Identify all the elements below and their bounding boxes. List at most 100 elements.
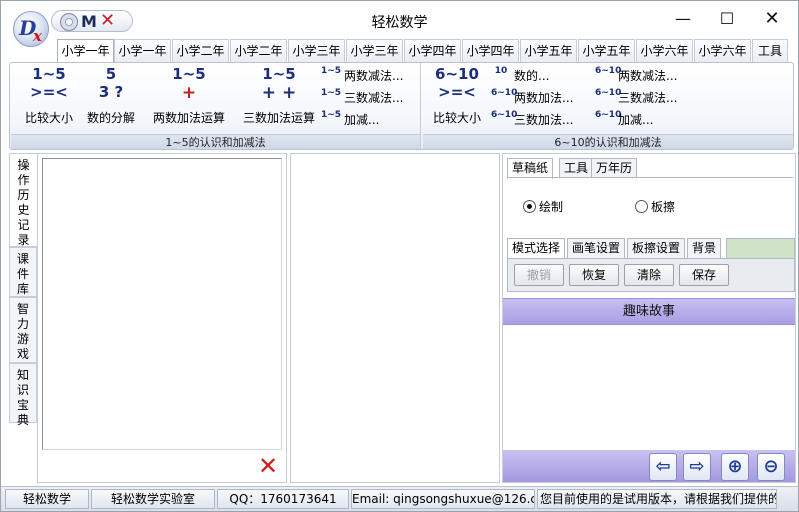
- tab-grade1-b[interactable]: 小学一年: [114, 39, 171, 62]
- side-tab-history[interactable]: 操作历史记录: [9, 153, 37, 247]
- radio-eraser[interactable]: 板擦: [635, 198, 675, 215]
- status-qq: QQ：1760173641: [217, 489, 349, 509]
- icon-bottom: >=<: [438, 83, 476, 101]
- subtract-icon: 1~5: [321, 66, 342, 76]
- button-caption: 两数加法运算: [152, 111, 225, 125]
- cd-icon[interactable]: [60, 13, 78, 31]
- tab-grade5-b[interactable]: 小学五年: [578, 39, 635, 62]
- minimize-button[interactable]: —: [661, 5, 705, 33]
- side-tab-games[interactable]: 智力游戏: [9, 297, 37, 363]
- tab-calendar[interactable]: 万年历: [591, 158, 638, 178]
- close-button[interactable]: ✕: [750, 5, 794, 33]
- button-caption: 加减...: [344, 113, 380, 127]
- three-number-add-button[interactable]: 1~5 + + 三数加法运算: [237, 65, 321, 129]
- history-list[interactable]: [42, 158, 282, 450]
- tab-grade6-a[interactable]: 小学六年: [636, 39, 693, 62]
- icon-top: 1~5: [262, 65, 296, 83]
- tab-eraser-settings[interactable]: 板擦设置: [627, 238, 686, 258]
- tab-scratch-paper[interactable]: 草稿纸: [507, 158, 554, 179]
- add-subtract-button[interactable]: 1~5 加减...: [321, 109, 419, 131]
- tab-tools-panel[interactable]: 工具: [559, 158, 594, 178]
- status-bar: 轻松数学 轻松数学实验室 QQ：1760173641 Email: qingso…: [1, 486, 798, 511]
- add-icon: 6~10: [491, 88, 518, 98]
- icon-top: 1~5: [172, 65, 206, 83]
- two-number-add-10-button[interactable]: 6~10 两数加法...: [491, 87, 587, 109]
- tab-grade2-a[interactable]: 小学二年: [172, 39, 229, 62]
- compare-icon: 1~5 >=<: [19, 65, 79, 109]
- tab-tools[interactable]: 工具: [752, 39, 788, 62]
- zoom-out-icon[interactable]: ⊖: [757, 453, 785, 481]
- subtract-icon: 6~10: [595, 66, 622, 76]
- icon-top: 5: [105, 65, 117, 83]
- tab-grade5-a[interactable]: 小学五年: [520, 39, 577, 62]
- side-tab-label: 课件库: [16, 252, 29, 296]
- add-subtract-10-button[interactable]: 6~10 加减...: [595, 109, 695, 131]
- add-subtract-icon: 1~5: [321, 110, 342, 120]
- right-panel: 草稿纸 工具 万年历 绘制 板擦 模式选择 画笔设置 板擦设置 背景 撤销 恢复…: [502, 153, 796, 483]
- tab-grade4-b[interactable]: 小学四年: [462, 39, 519, 62]
- button-caption: 三数加法...: [514, 113, 574, 127]
- small-buttons-6to10-col1: 10 数的... 6~10 两数加法... 6~10 三数加法...: [491, 65, 587, 131]
- next-arrow-icon[interactable]: ⇨: [683, 453, 711, 481]
- button-caption: 加减...: [618, 113, 654, 127]
- tab-grade3-b[interactable]: 小学三年: [346, 39, 403, 62]
- add-icon: 6~10: [491, 110, 518, 120]
- button-caption: 数的分解: [86, 111, 135, 125]
- tab-grade6-b[interactable]: 小学六年: [694, 39, 751, 62]
- app-window: D x M ✕ 轻松数学 — ☐ ✕ 小学一年 小学一年 小学二年 小学二年 小…: [0, 0, 799, 512]
- action-button-row: 撤销 恢复 清除 保存: [507, 258, 795, 292]
- radio-dot: [523, 200, 536, 213]
- button-caption: 三数减法...: [618, 91, 678, 105]
- button-caption: 三数加法运算: [242, 111, 315, 125]
- redo-button[interactable]: 恢复: [569, 264, 619, 286]
- side-tab-knowledge[interactable]: 知识宝典: [9, 363, 37, 427]
- two-number-subtract-button[interactable]: 1~5 两数减法...: [321, 65, 419, 87]
- tab-background[interactable]: 背景: [687, 238, 722, 258]
- maximize-button[interactable]: ☐: [705, 5, 749, 33]
- three-number-subtract-10-button[interactable]: 6~10 三数减法...: [595, 87, 695, 109]
- zoom-in-icon[interactable]: ⊕: [721, 453, 749, 481]
- three-number-subtract-button[interactable]: 1~5 三数减法...: [321, 87, 419, 109]
- content-panel[interactable]: [290, 153, 500, 483]
- tab-pen-settings[interactable]: 画笔设置: [567, 238, 626, 258]
- small-buttons-6to10-col2: 6~10 两数减法... 6~10 三数减法... 6~10 加减...: [595, 65, 695, 131]
- undo-button[interactable]: 撤销: [514, 264, 564, 286]
- prev-arrow-icon[interactable]: ⇦: [649, 453, 677, 481]
- tab-divider: [507, 177, 793, 178]
- icon-top: 6~10: [435, 65, 479, 83]
- small-buttons-1to5: 1~5 两数减法... 1~5 三数减法... 1~5 加减...: [321, 65, 419, 131]
- icon-bottom: >=<: [30, 83, 68, 101]
- three-number-add-10-button[interactable]: 6~10 三数加法...: [491, 109, 587, 131]
- icon-bottom: 3 ?: [98, 83, 124, 101]
- radio-draw[interactable]: 绘制: [523, 198, 563, 215]
- tab-grade1-a[interactable]: 小学一年: [57, 39, 114, 63]
- button-caption: 比较大小: [432, 111, 481, 125]
- compare-1to5-button[interactable]: 1~5 >=< 比较大小: [19, 65, 79, 129]
- two-number-subtract-10-button[interactable]: 6~10 两数减法...: [595, 65, 695, 87]
- two-add-icon: 1~5 +: [147, 65, 231, 109]
- exit-icon[interactable]: ✕: [100, 10, 115, 31]
- radio-label: 绘制: [539, 200, 564, 214]
- save-button[interactable]: 保存: [679, 264, 729, 286]
- tab-grade2-b[interactable]: 小学二年: [230, 39, 287, 62]
- status-lab-name: 轻松数学实验室: [91, 489, 215, 509]
- delete-icon[interactable]: ✕: [258, 454, 278, 478]
- tab-grade3-a[interactable]: 小学三年: [288, 39, 345, 62]
- decompose-button[interactable]: 5 3 ? 数的分解: [83, 65, 139, 129]
- two-number-add-button[interactable]: 1~5 + 两数加法运算: [147, 65, 231, 129]
- tab-grade4-a[interactable]: 小学四年: [404, 39, 461, 62]
- tab-mode-select[interactable]: 模式选择: [507, 238, 566, 258]
- subtract-icon: 6~10: [595, 88, 622, 98]
- status-app-name: 轻松数学: [5, 489, 89, 509]
- fun-story-header[interactable]: 趣味故事: [503, 298, 795, 325]
- ribbon-group-6to10: 6~10 >=< 比较大小 10 数的... 6~10 两数加法... 6~10…: [423, 63, 793, 149]
- history-panel: ✕: [37, 153, 287, 483]
- clear-button[interactable]: 清除: [624, 264, 674, 286]
- decompose-10-button[interactable]: 10 数的...: [491, 65, 587, 87]
- button-caption: 数的...: [514, 69, 550, 83]
- story-nav-bar: ⇦ ⇨ ⊕ ⊖: [503, 450, 795, 482]
- app-logo-button[interactable]: D x: [13, 11, 49, 47]
- compare-6to10-button[interactable]: 6~10 >=< 比较大小: [427, 65, 487, 129]
- side-tab-courseware[interactable]: 课件库: [9, 247, 37, 297]
- m-icon[interactable]: M: [81, 12, 97, 31]
